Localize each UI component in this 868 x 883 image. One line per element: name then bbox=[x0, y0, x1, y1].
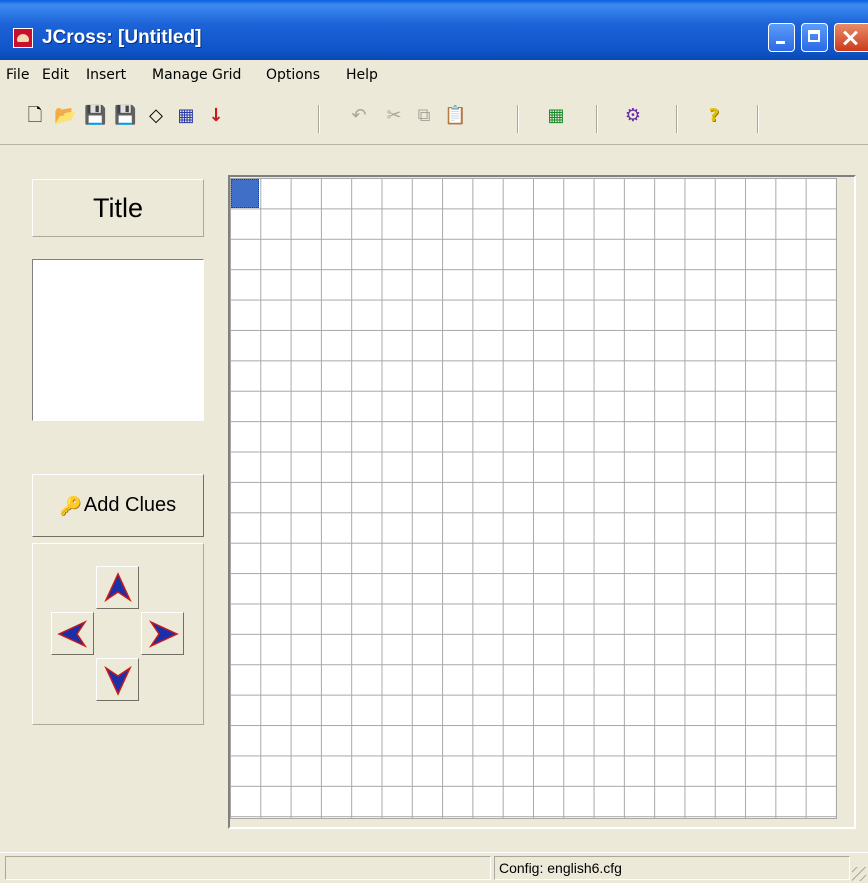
title-text-area[interactable] bbox=[32, 259, 204, 421]
save-icon[interactable]: 💾 bbox=[84, 105, 106, 127]
maximize-button[interactable] bbox=[801, 23, 828, 52]
minimize-button[interactable] bbox=[768, 23, 795, 52]
resize-grip[interactable] bbox=[852, 867, 866, 881]
menu-manage-grid[interactable]: Manage Grid bbox=[152, 67, 241, 83]
toolbar-separator bbox=[517, 105, 519, 133]
help-icon[interactable]: ? bbox=[703, 105, 725, 127]
menu-insert[interactable]: Insert bbox=[86, 67, 126, 83]
toolbar-separator bbox=[596, 105, 598, 133]
window-title: JCross: [Untitled] bbox=[42, 27, 202, 48]
status-bar: Config: english6.cfg bbox=[0, 852, 868, 883]
status-message bbox=[5, 856, 491, 880]
copy-icon[interactable]: ⧉ bbox=[413, 105, 435, 127]
selected-grid-cell[interactable] bbox=[231, 179, 259, 208]
download-arrow-icon[interactable]: ↓ bbox=[205, 105, 227, 127]
move-up-button[interactable] bbox=[96, 566, 139, 609]
toolbar-separator bbox=[757, 105, 759, 133]
save-as-icon[interactable]: 💾 bbox=[114, 105, 136, 127]
clear-icon[interactable]: ◇ bbox=[145, 105, 167, 127]
move-down-button[interactable] bbox=[96, 658, 139, 701]
move-left-button[interactable] bbox=[51, 612, 94, 655]
crossword-grid[interactable] bbox=[230, 178, 837, 819]
menu-file[interactable]: File bbox=[6, 67, 29, 83]
arrow-pad bbox=[32, 543, 204, 725]
new-icon[interactable]: 🗋 bbox=[24, 105, 46, 127]
undo-icon[interactable]: ↶ bbox=[348, 105, 370, 127]
open-icon[interactable]: 📂 bbox=[54, 105, 76, 127]
move-right-button[interactable] bbox=[141, 612, 184, 655]
toolbar-separator bbox=[318, 105, 320, 133]
arrow-left-icon bbox=[57, 620, 88, 648]
toolbar: 🗋 📂 💾 💾 ◇ ▦ ↓ ↶ ✂ ⧉ 📋 ▦ ⚙ ? bbox=[0, 92, 868, 145]
cut-icon[interactable]: ✂ bbox=[383, 105, 405, 127]
title-button[interactable]: Title bbox=[32, 179, 204, 237]
arrow-right-icon bbox=[148, 620, 179, 648]
grid-maker-icon[interactable]: ▦ bbox=[545, 105, 567, 127]
menu-bar: File Edit Insert Manage Grid Options Hel… bbox=[0, 62, 868, 90]
menu-edit[interactable]: Edit bbox=[42, 67, 69, 83]
add-clues-button[interactable]: 🔑Add Clues bbox=[32, 474, 204, 537]
export-web-icon[interactable]: ▦ bbox=[175, 105, 197, 127]
arrow-up-icon bbox=[104, 572, 132, 603]
status-config: Config: english6.cfg bbox=[494, 856, 850, 880]
arrow-down-icon bbox=[104, 665, 132, 696]
title-bar: JCross: [Untitled] bbox=[0, 0, 868, 60]
toolbar-separator bbox=[676, 105, 678, 133]
menu-help[interactable]: Help bbox=[346, 67, 378, 83]
add-clues-label: Add Clues bbox=[83, 494, 177, 516]
key-icon: 🔑 bbox=[59, 495, 83, 516]
close-button[interactable] bbox=[834, 23, 868, 52]
menu-options[interactable]: Options bbox=[266, 67, 320, 83]
configuration-icon[interactable]: ⚙ bbox=[622, 105, 644, 127]
app-icon[interactable] bbox=[13, 28, 33, 48]
paste-icon[interactable]: 📋 bbox=[444, 105, 466, 127]
